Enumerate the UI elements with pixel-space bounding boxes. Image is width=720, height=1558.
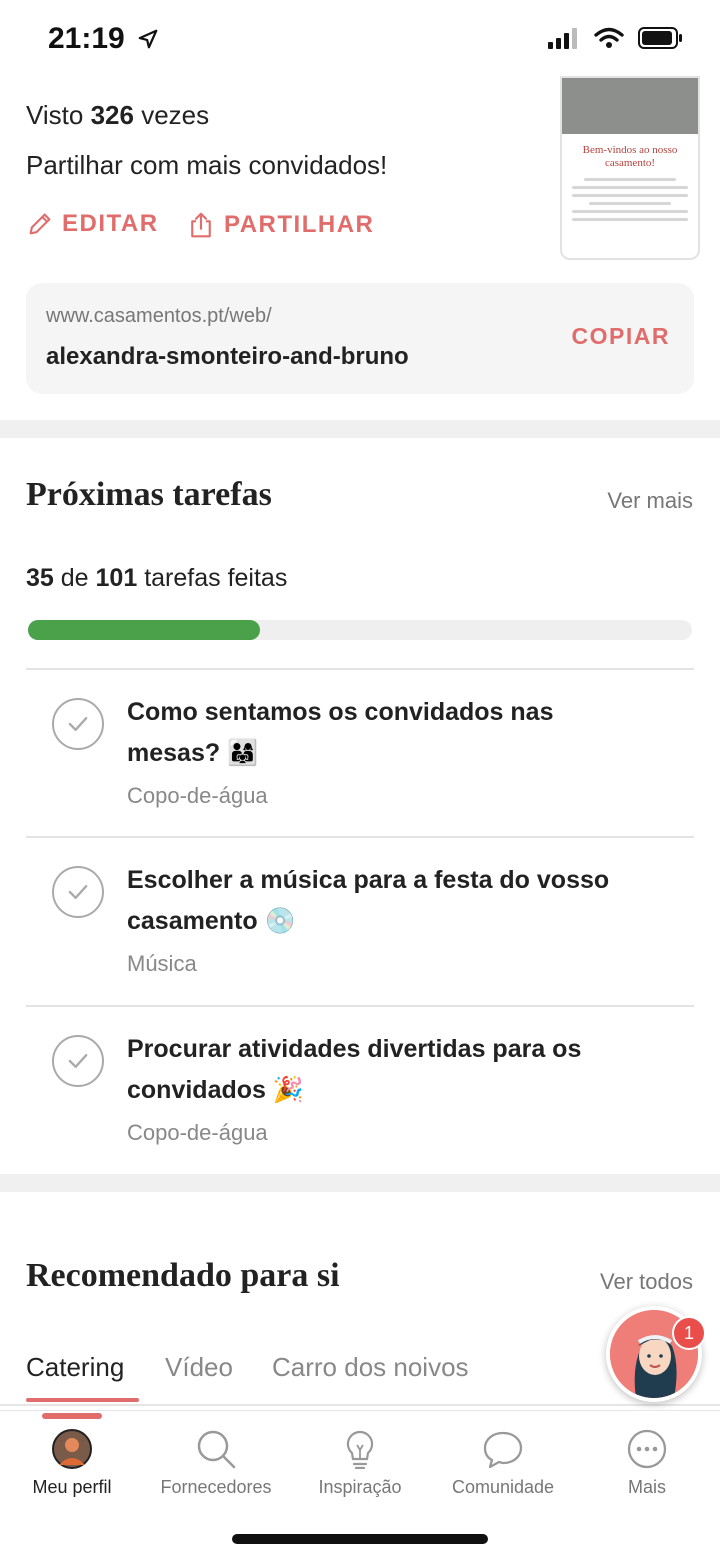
edit-label: EDITAR [62,210,159,237]
recommended-title: Recomendado para si [26,1257,340,1294]
tab-catering[interactable]: Catering [26,1352,124,1383]
task-category: Música [127,951,197,976]
share-label: PARTILHAR [224,211,375,238]
url-prefix: www.casamentos.pt/web/ [46,305,272,327]
copy-button[interactable]: COPIAR [572,323,670,350]
task-title: Procurar atividades divertidas para os c… [127,1035,582,1104]
nav-label: Fornecedores [160,1477,272,1497]
nav-label: Inspiração [318,1477,402,1497]
location-arrow-icon [138,29,158,49]
avatar [52,1429,92,1469]
nav-active-indicator [42,1413,102,1419]
tasks-progress-fill [28,620,261,640]
tasks-progress-bar [28,620,692,640]
nav-item-comunidade[interactable]: Comunidade [431,1429,575,1498]
tabs-baseline [0,1404,720,1406]
edit-button[interactable]: EDITAR [26,210,159,238]
tab-video[interactable]: Vídeo [165,1352,233,1383]
thumbnail-title: Bem-vindos ao nosso casamento! [582,144,678,169]
tab-carro-dos-noivos[interactable]: Carro dos noivos [272,1352,469,1383]
website-url-box: www.casamentos.pt/web/ alexandra-smontei… [26,283,694,394]
wifi-icon [594,27,624,48]
share-prompt: Partilhar com mais convidados! [26,150,388,180]
check-circle-icon[interactable] [52,1035,104,1087]
website-thumbnail[interactable]: Bem-vindos ao nosso casamento! [560,76,700,260]
views-count: 326 [90,100,134,130]
pencil-icon [29,213,51,235]
share-icon [191,212,211,238]
more-icon [627,1429,667,1469]
task-title: Como sentamos os convidados nas mesas? 👨… [127,698,554,767]
task-category: Copo-de-água [127,1120,268,1145]
nav-item-inspiracao[interactable]: Inspiração [288,1429,432,1498]
section-divider [0,420,720,438]
status-icons [548,26,684,50]
lightbulb-icon [346,1430,374,1469]
nav-item-fornecedores[interactable]: Fornecedores [144,1429,288,1498]
notification-badge: 1 [672,1316,706,1350]
tasks-title: Próximas tarefas [26,476,272,513]
chat-bubble-icon [483,1431,523,1469]
home-indicator[interactable] [232,1534,488,1544]
cellular-signal-icon [548,28,577,49]
check-circle-icon[interactable] [52,866,104,918]
nav-label: Meu perfil [32,1477,112,1497]
task-category: Copo-de-água [127,783,268,808]
share-button[interactable]: PARTILHAR [186,210,374,240]
nav-item-mais[interactable]: Mais [575,1429,719,1498]
battery-icon [638,27,682,49]
thumbnail-text-lines [572,178,688,221]
tasks-see-more-link[interactable]: Ver mais [607,488,693,514]
nav-item-meu-perfil[interactable]: Meu perfil [0,1429,144,1498]
search-icon [197,1430,236,1469]
thumbnail-header-image [562,78,698,134]
nav-label: Mais [627,1477,666,1497]
tasks-progress-text: 35 de 101 tarefas feitas [26,564,288,592]
url-slug: alexandra-smonteiro-and-bruno [46,343,409,370]
task-item[interactable]: Como sentamos os convidados nas mesas? 👨… [26,670,694,836]
task-item[interactable]: Procurar atividades divertidas para os c… [26,1007,694,1173]
recommended-see-all-link[interactable]: Ver todos [600,1269,693,1295]
check-circle-icon[interactable] [52,698,104,750]
active-tab-indicator [26,1398,139,1402]
nav-label: Comunidade [451,1477,555,1497]
task-title: Escolher a música para a festa do vosso … [127,866,610,935]
views-text: Visto 326 vezes [26,100,210,130]
status-time: 21:19 [48,22,159,56]
section-divider [0,1174,720,1192]
task-item[interactable]: Escolher a música para a festa do vosso … [26,838,694,1004]
